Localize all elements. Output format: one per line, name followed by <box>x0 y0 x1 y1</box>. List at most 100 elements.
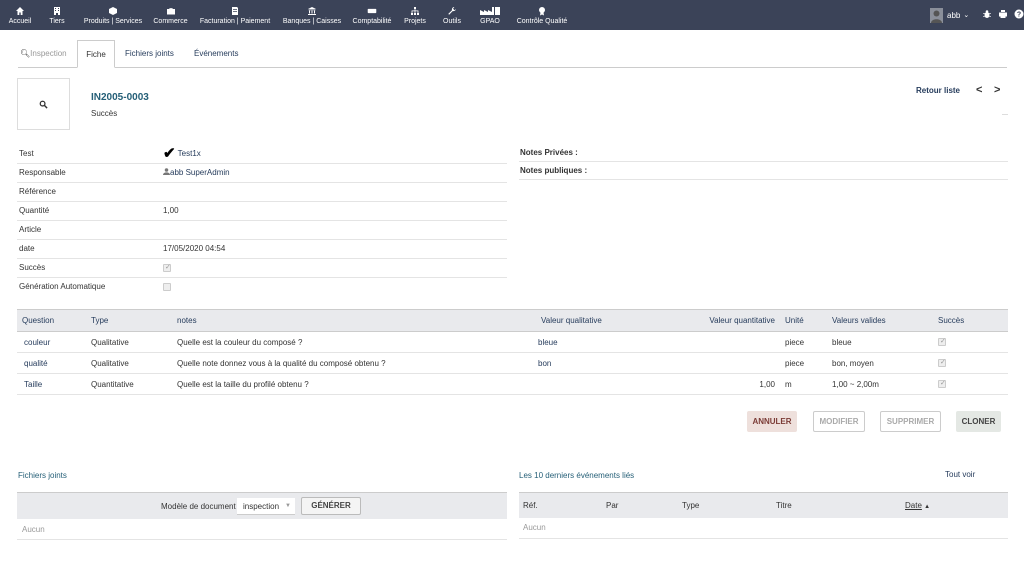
user-menu[interactable]: abb ⌄ <box>930 5 969 25</box>
generation-checkbox <box>163 283 171 292</box>
notes-public-label: Notes publiques : <box>519 161 1008 180</box>
menu-tiers[interactable]: Tiers <box>46 0 68 30</box>
quality-icon <box>537 5 547 17</box>
succes-checkbox <box>163 263 171 272</box>
cell-type: Qualitative <box>86 331 172 353</box>
cell-qual: bleue <box>538 337 558 347</box>
menu-label: Tiers <box>49 18 65 25</box>
cell-quant: 1,00 <box>704 373 780 395</box>
avatar <box>930 7 943 23</box>
help-icon[interactable]: ? <box>1014 9 1024 21</box>
next-record-button[interactable]: > <box>994 84 1000 96</box>
question-link[interactable]: Taille <box>24 380 42 389</box>
bug-icon[interactable] <box>982 9 992 21</box>
col-header-question[interactable]: Question <box>17 309 86 332</box>
col-header-valeurs-valides[interactable]: Valeurs valides <box>827 309 933 332</box>
field-label: Référence <box>17 182 163 202</box>
menu-label: Comptabilité <box>352 18 392 25</box>
table-row: Aucun <box>519 517 1008 539</box>
menu-banques-caisses[interactable]: Banques | Caisses <box>281 0 343 30</box>
events-empty: Aucun <box>519 517 1008 539</box>
table-row: Taille Quantitative Quelle est la taille… <box>17 373 1008 395</box>
menu-gpao[interactable]: GPAO <box>476 0 504 30</box>
col-header-valeur-qualitative[interactable]: Valeur qualitative <box>536 309 704 332</box>
question-link[interactable]: couleur <box>24 338 50 347</box>
building-icon <box>52 5 62 17</box>
search-icon <box>39 100 48 109</box>
cell-quant <box>704 331 780 353</box>
bank-icon <box>307 5 317 17</box>
cell-notes: Quelle est la couleur du composé ? <box>172 331 536 353</box>
see-all-link[interactable]: Tout voir <box>945 470 975 479</box>
back-to-list-link[interactable]: Retour liste <box>916 86 960 95</box>
question-link[interactable]: qualité <box>24 359 48 368</box>
menu-projets[interactable]: Projets <box>402 0 428 30</box>
menu-commerce[interactable]: Commerce <box>152 0 189 30</box>
cell-notes: Quelle note donnez vous à la qualité du … <box>172 352 536 374</box>
col-header-par[interactable]: Par <box>606 492 682 518</box>
col-header-titre[interactable]: Titre <box>776 492 905 518</box>
cell-unit: piece <box>780 331 827 353</box>
menu-label: Banques | Caisses <box>282 18 342 25</box>
tab-inspection[interactable]: 🔍︎Inspection <box>20 40 76 68</box>
responsable-link[interactable]: abb SuperAdmin <box>170 168 230 177</box>
field-row-article: Article <box>17 220 507 240</box>
col-header-date[interactable]: Date ▲ <box>905 492 1008 518</box>
model-select[interactable]: inspection ▼ <box>237 497 295 515</box>
sitemap-icon <box>410 5 420 17</box>
col-header-notes[interactable]: notes <box>172 309 536 332</box>
cancel-button[interactable]: ANNULER <box>747 411 797 432</box>
files-empty: Aucun <box>17 519 507 540</box>
col-header-type[interactable]: Type <box>682 492 776 518</box>
tab-bar: 🔍︎Inspection Fiche Fichiers joints Événe… <box>0 40 1024 68</box>
menu-label: Produits | Services <box>83 18 143 25</box>
modify-button[interactable]: MODIFIER <box>813 411 865 432</box>
accounting-icon <box>367 5 377 17</box>
field-row-responsable: Responsable abb SuperAdmin <box>17 163 507 183</box>
files-section-title: Fichiers joints <box>18 471 67 480</box>
top-menu-bar: Accueil Tiers Produits | Services Commer… <box>0 0 1024 30</box>
menu-label: Accueil <box>8 18 32 25</box>
clone-button[interactable]: CLONER <box>956 411 1001 432</box>
prev-record-button[interactable]: < <box>976 84 982 96</box>
field-row-date: date 17/05/2020 04:54 <box>17 239 507 259</box>
cell-type: Qualitative <box>86 352 172 374</box>
model-label: Modèle de document <box>161 501 236 511</box>
events-table: Réf. Par Type Titre Date ▲ Aucun <box>519 492 1008 539</box>
print-icon[interactable] <box>998 9 1008 21</box>
field-row-succes: Succès <box>17 258 507 278</box>
menu-facturation[interactable]: Facturation | Paiement <box>197 0 273 30</box>
tab-fiche[interactable]: Fiche <box>77 40 115 68</box>
col-header-succes[interactable]: Succès <box>933 309 1008 332</box>
menu-controle-qualite[interactable]: Contrôle Qualité <box>514 0 570 30</box>
cell-unit: piece <box>780 352 827 374</box>
tab-fichiers-joints[interactable]: Fichiers joints <box>116 40 183 68</box>
menu-label: Projets <box>404 18 426 25</box>
sort-asc-icon: ▲ <box>924 503 931 510</box>
delete-button[interactable]: SUPPRIMER <box>880 411 941 432</box>
menu-accueil[interactable]: Accueil <box>5 0 35 30</box>
field-label: Test <box>17 144 163 164</box>
svg-text:?: ? <box>1017 12 1021 19</box>
field-label: Article <box>17 220 163 240</box>
object-ref: IN2005-0003 <box>91 92 149 103</box>
col-header-unite[interactable]: Unité <box>780 309 827 332</box>
menu-produits-services[interactable]: Produits | Services <box>81 0 145 30</box>
field-value <box>163 220 507 240</box>
menu-outils[interactable]: Outils <box>441 0 463 30</box>
generate-button[interactable]: GÉNÉRER <box>301 497 361 515</box>
tab-evenements[interactable]: Événements <box>185 40 247 68</box>
menu-comptabilite[interactable]: Comptabilité <box>351 0 393 30</box>
test-link[interactable]: Test1x <box>178 149 201 158</box>
col-header-type[interactable]: Type <box>86 309 172 332</box>
cube-icon <box>108 5 118 17</box>
chevron-down-icon: ⌄ <box>963 12 970 19</box>
menu-label: GPAO <box>480 18 500 25</box>
questions-table: Question Type notes Valeur qualitative V… <box>17 309 1008 395</box>
col-header-valeur-quantitative[interactable]: Valeur quantitative <box>704 309 780 332</box>
factory-icon <box>479 5 501 17</box>
field-label: Responsable <box>17 163 163 183</box>
col-header-ref[interactable]: Réf. <box>519 492 606 518</box>
cell-valid: bon, moyen <box>827 352 933 374</box>
cell-qual: bon <box>538 358 552 368</box>
